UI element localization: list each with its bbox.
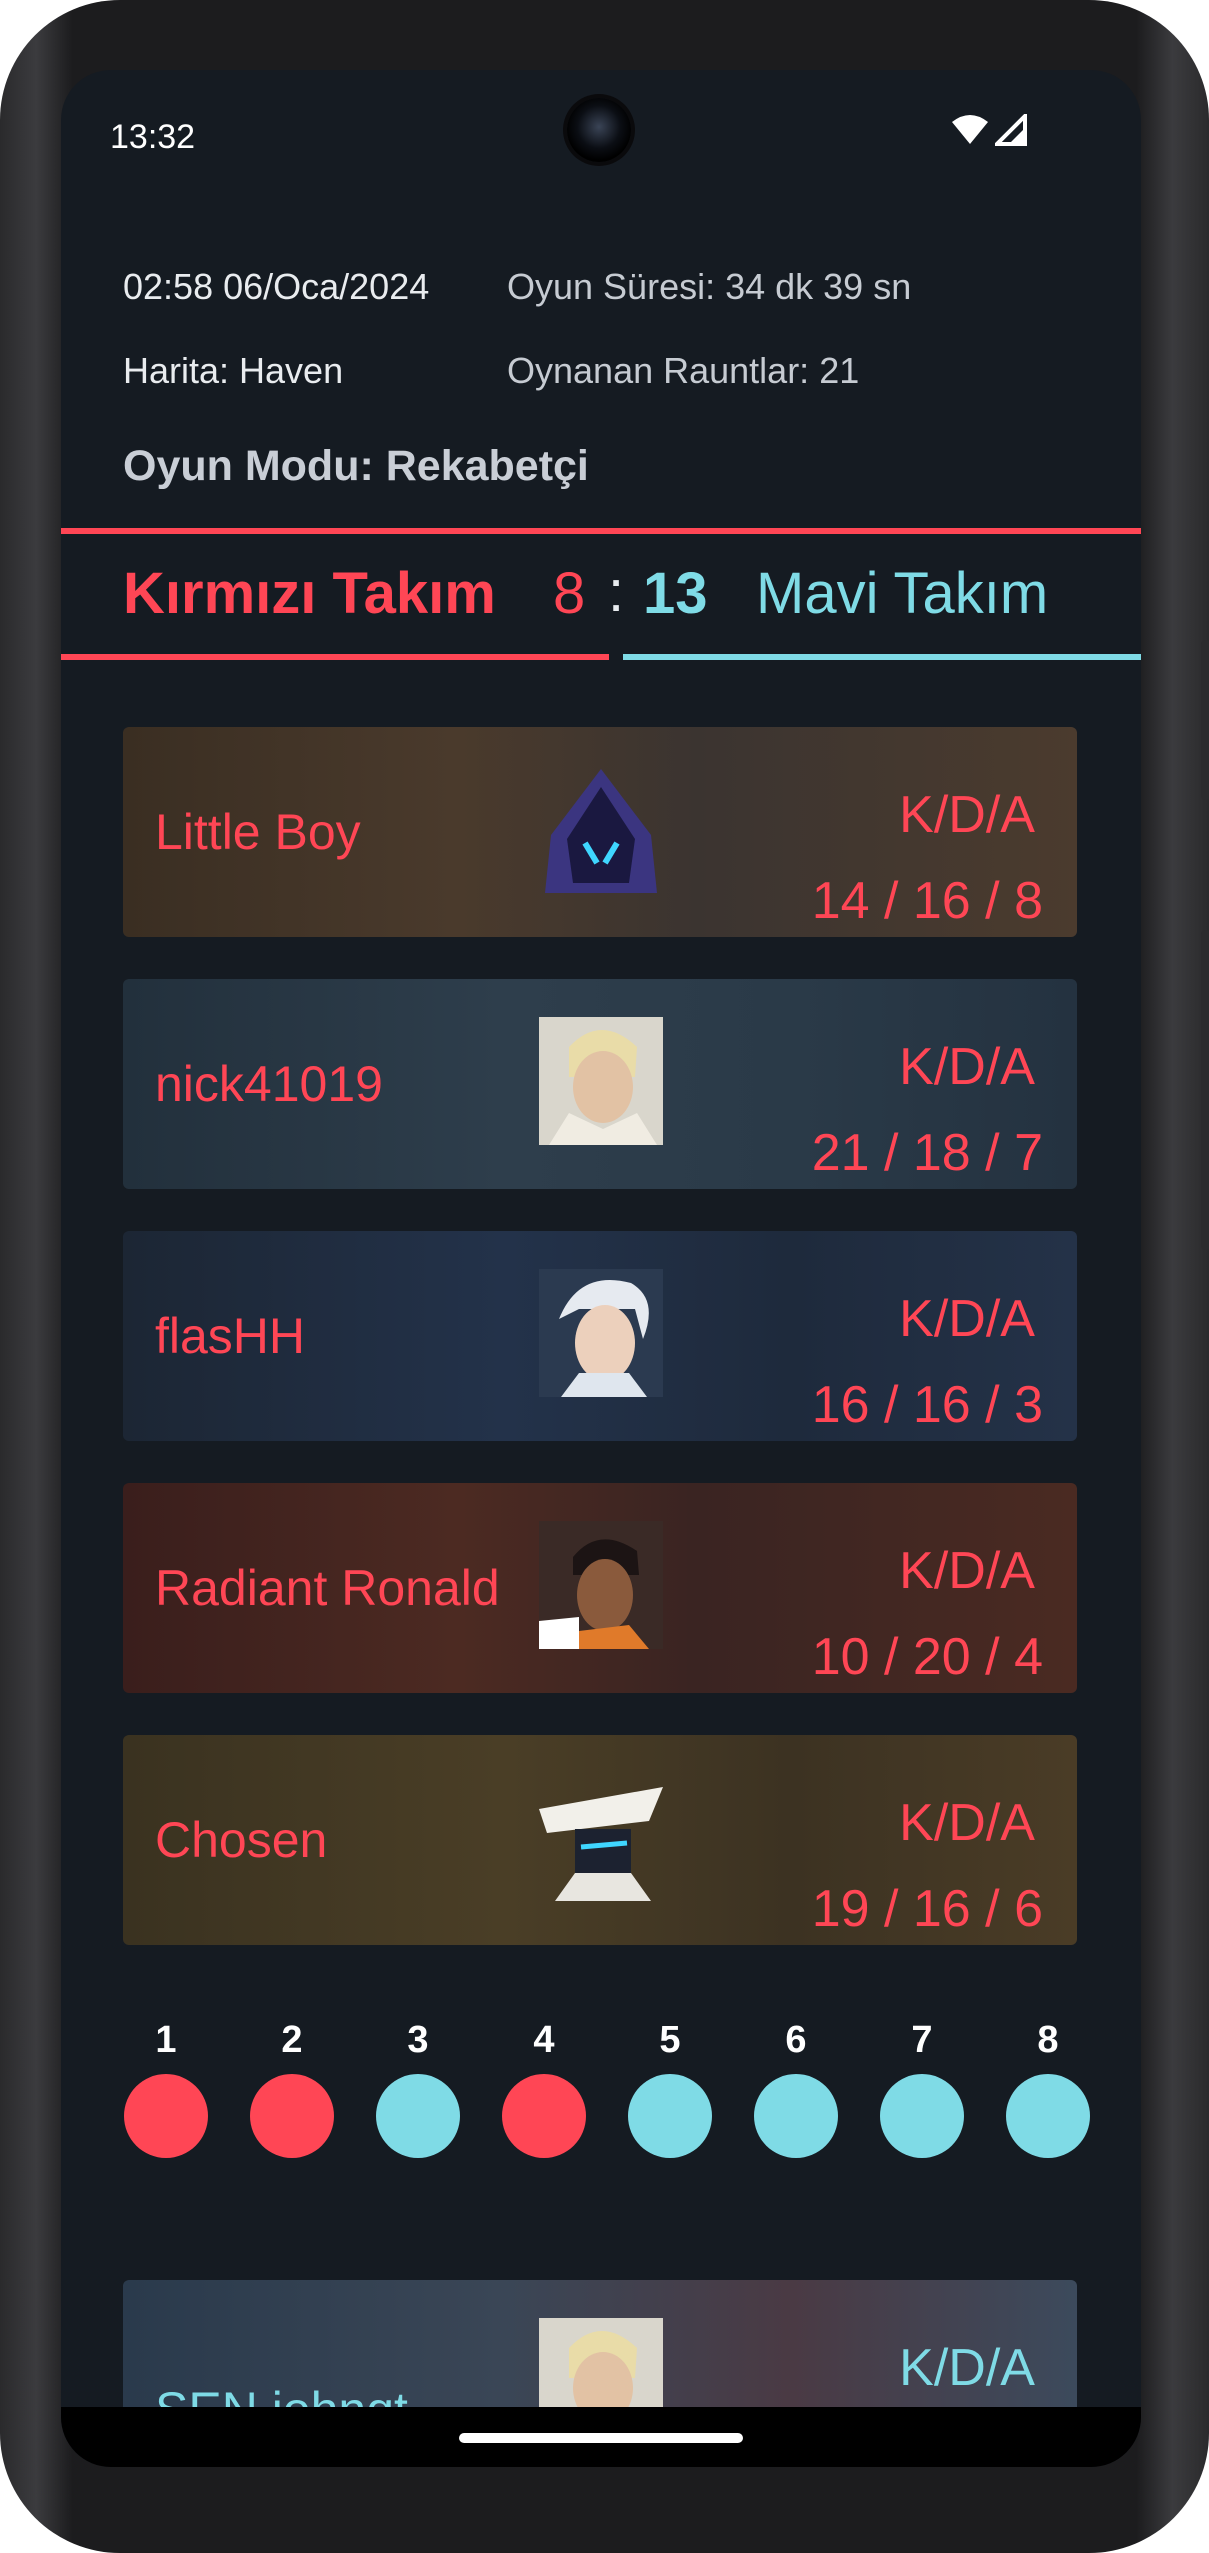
- red-team-tab-indicator: [61, 654, 609, 660]
- player-card[interactable]: Chosen K/D/A 19 / 16 / 6: [123, 1735, 1077, 1945]
- power-button: [1201, 930, 1209, 1250]
- round-number: 5: [659, 2019, 681, 2061]
- player-name: nick41019: [155, 1056, 383, 1112]
- phoenix-agent-icon: [539, 1521, 663, 1649]
- player-card[interactable]: Radiant Ronald K/D/A 10 / 20 / 4: [123, 1483, 1077, 1693]
- round-result-dot: [502, 2074, 586, 2158]
- round-number: 7: [911, 2019, 933, 2061]
- signal-icon: [995, 114, 1027, 146]
- round-result-dot: [376, 2074, 460, 2158]
- player-card[interactable]: nick41019 K/D/A 21 / 18 / 7: [123, 979, 1077, 1189]
- player-name: flasHH: [155, 1308, 306, 1364]
- blue-team-score: 13: [643, 561, 708, 626]
- kda-label: K/D/A: [899, 1542, 1035, 1600]
- blue-team-label[interactable]: Mavi Takım: [756, 560, 1048, 627]
- round-number: 6: [785, 2019, 807, 2061]
- match-map: Harita: Haven: [123, 350, 344, 391]
- round-history: 1 2 3 4 5 6 7 8: [123, 2020, 1123, 2170]
- omen-agent-icon: [545, 769, 657, 893]
- round-number: 4: [533, 2019, 555, 2061]
- kda-label: K/D/A: [899, 1794, 1035, 1852]
- round-item[interactable]: 4: [501, 2020, 587, 2158]
- round-number: 1: [155, 2019, 177, 2061]
- round-number: 8: [1037, 2019, 1059, 2061]
- status-icons: [951, 114, 1027, 146]
- jett-agent-icon: [539, 1269, 663, 1397]
- chamber-agent-icon: [539, 1017, 663, 1145]
- kda-value: 14 / 16 / 8: [811, 872, 1043, 930]
- round-result-dot: [124, 2074, 208, 2158]
- player-card[interactable]: Little Boy K/D/A 14 / 16 / 8: [123, 727, 1077, 937]
- red-team-score: 8: [553, 561, 586, 626]
- home-gesture-handle[interactable]: [459, 2433, 743, 2443]
- volume-button: [1201, 640, 1209, 800]
- round-item[interactable]: 6: [753, 2020, 839, 2158]
- round-item[interactable]: 1: [123, 2020, 209, 2158]
- player-name: Little Boy: [155, 804, 361, 860]
- red-team-label[interactable]: Kırmızı Takım: [123, 560, 496, 627]
- round-item[interactable]: 5: [627, 2020, 713, 2158]
- round-item[interactable]: 7: [879, 2020, 965, 2158]
- round-number: 3: [407, 2019, 429, 2061]
- round-result-dot: [250, 2074, 334, 2158]
- blue-team-tab-indicator: [623, 654, 1141, 660]
- cypher-agent-icon: [539, 1787, 663, 1901]
- round-number: 2: [281, 2019, 303, 2061]
- player-card[interactable]: flasHH K/D/A 16 / 16 / 3: [123, 1231, 1077, 1441]
- kda-label: K/D/A: [899, 1038, 1035, 1096]
- match-datetime: 02:58 06/Oca/2024: [123, 266, 430, 307]
- score-row: Kırmızı Takım 8 : 13 Mavi Takım: [61, 559, 1141, 650]
- kda-value: 21 / 18 / 7: [811, 1124, 1043, 1182]
- wifi-icon: [952, 115, 988, 144]
- round-item[interactable]: 8: [1005, 2020, 1091, 2158]
- player-name: Radiant Ronald: [155, 1560, 500, 1616]
- screen: 13:32 02:58 06/Oca/2024 Oyun Süresi: 34 …: [61, 70, 1141, 2467]
- kda-value: 10 / 20 / 4: [811, 1628, 1043, 1686]
- round-item[interactable]: 2: [249, 2020, 335, 2158]
- round-result-dot: [628, 2074, 712, 2158]
- match-duration: Oyun Süresi: 34 dk 39 sn: [507, 266, 912, 307]
- kda-label: K/D/A: [899, 2339, 1035, 2397]
- score-separator: :: [608, 559, 625, 624]
- round-result-dot: [880, 2074, 964, 2158]
- header-divider: [61, 528, 1141, 534]
- match-rounds-played: Oynanan Rauntlar: 21: [507, 350, 860, 391]
- player-name: Chosen: [155, 1812, 328, 1868]
- kda-label: K/D/A: [899, 786, 1035, 844]
- kda-value: 16 / 16 / 3: [811, 1376, 1043, 1434]
- kda-value: 19 / 16 / 6: [811, 1880, 1043, 1938]
- kda-label: K/D/A: [899, 1290, 1035, 1348]
- front-camera: [567, 98, 631, 162]
- status-time: 13:32: [110, 118, 196, 156]
- round-result-dot: [754, 2074, 838, 2158]
- phone-frame: 13:32 02:58 06/Oca/2024 Oyun Süresi: 34 …: [0, 0, 1209, 2553]
- match-mode: Oyun Modu: Rekabetçi: [123, 442, 589, 490]
- round-result-dot: [1006, 2074, 1090, 2158]
- round-item[interactable]: 3: [375, 2020, 461, 2158]
